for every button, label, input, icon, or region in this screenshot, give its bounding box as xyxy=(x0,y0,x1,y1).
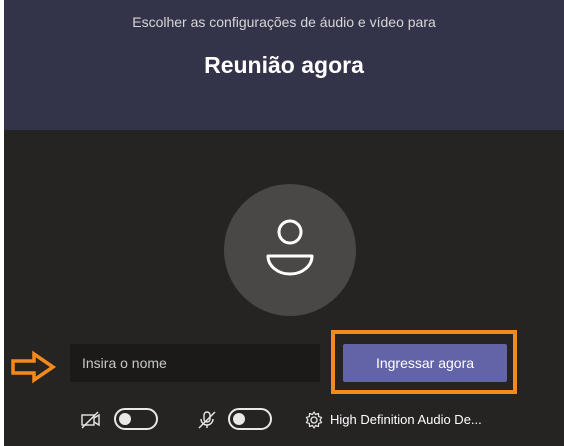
mic-toggle[interactable] xyxy=(228,408,272,430)
arrow-right-icon xyxy=(11,350,57,384)
audio-device-label[interactable]: High Definition Audio De... xyxy=(330,412,482,427)
prejoin-subtitle: Escolher as configurações de áudio e víd… xyxy=(132,14,436,30)
name-input[interactable] xyxy=(70,344,320,382)
prejoin-screen: Escolher as configurações de áudio e víd… xyxy=(4,0,564,446)
meeting-title: Reunião agora xyxy=(204,52,364,78)
mic-toggle-knob xyxy=(233,413,245,425)
camera-toggle[interactable] xyxy=(114,408,158,430)
gear-icon[interactable] xyxy=(304,410,324,430)
prejoin-header: Escolher as configurações de áudio e víd… xyxy=(4,0,564,130)
camera-off-icon xyxy=(81,411,100,429)
person-icon xyxy=(266,219,314,276)
camera-toggle-knob xyxy=(119,413,131,425)
join-now-button[interactable]: Ingressar agora xyxy=(343,344,507,382)
mic-off-icon xyxy=(198,411,216,429)
avatar xyxy=(224,184,356,316)
